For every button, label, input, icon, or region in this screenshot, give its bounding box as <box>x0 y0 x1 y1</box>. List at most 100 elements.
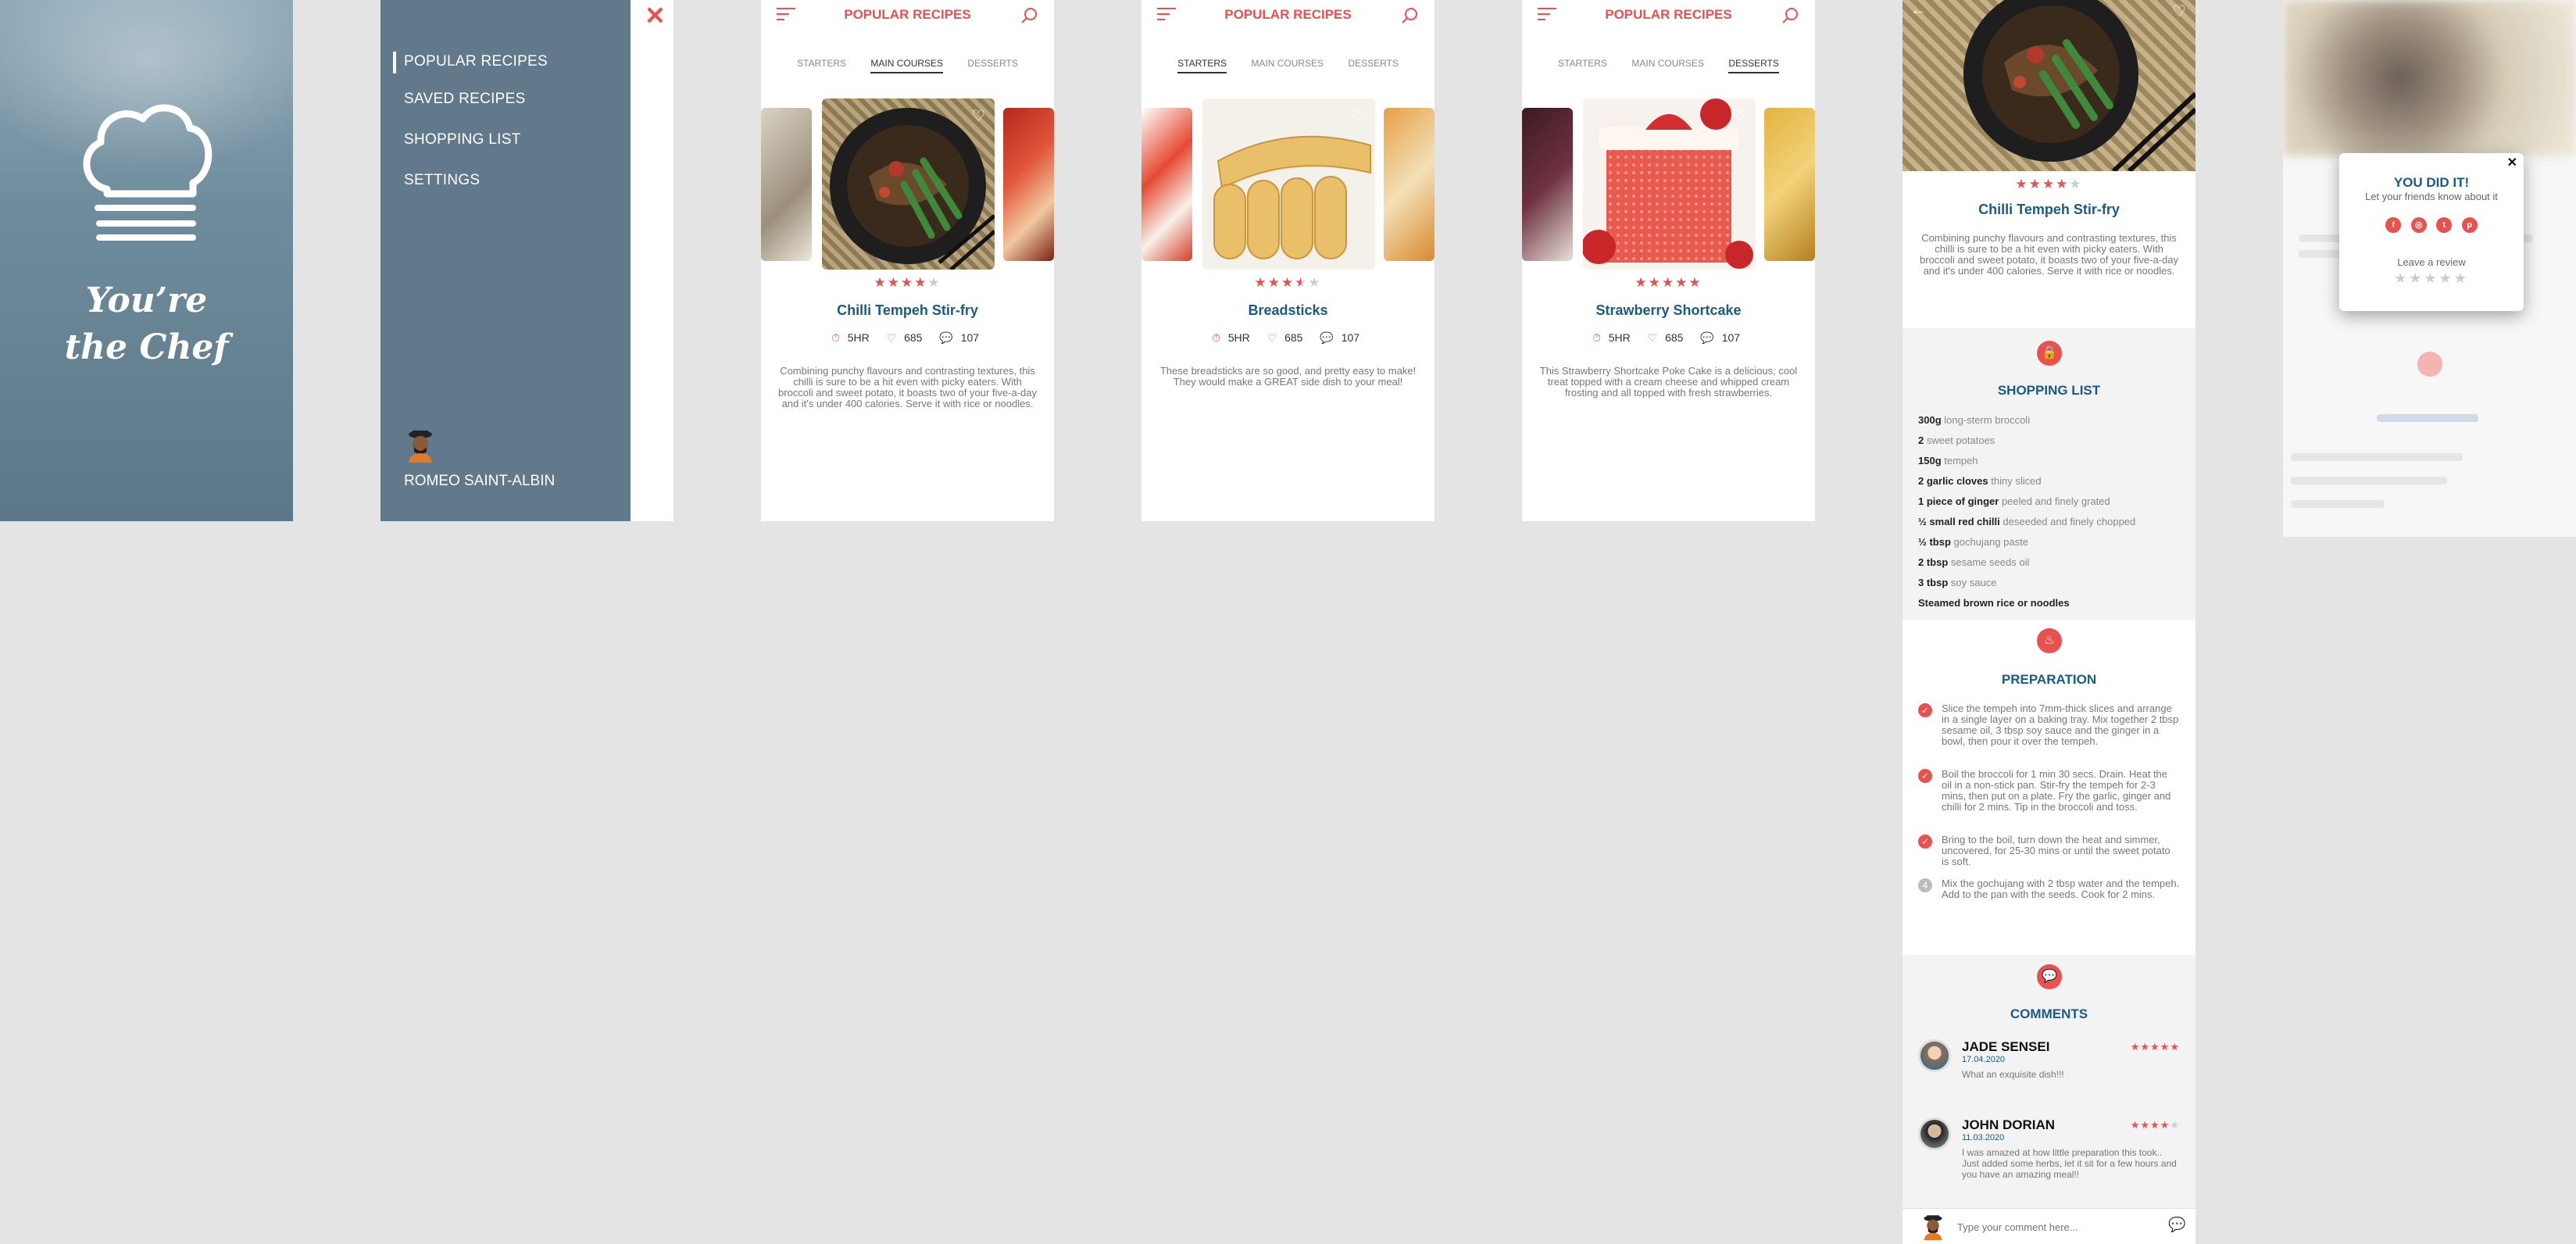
app-tagline: You’re the Chef <box>0 277 293 371</box>
ingredient-item[interactable]: 2 tbsp sesame seeds oil <box>1918 556 2029 568</box>
instagram-icon[interactable]: ◎ <box>2410 217 2427 233</box>
likes-info[interactable]: ♡ 685 <box>887 331 927 344</box>
back-arrow-icon[interactable]: ← <box>1910 2 1926 20</box>
likes-info[interactable]: ♡ 685 <box>1648 331 1688 344</box>
chef-hat-icon: ♨ <box>2037 628 2062 653</box>
comment-date: 17.04.2020 <box>1962 1055 2006 1064</box>
tab-desserts[interactable]: DESSERTS <box>1348 58 1398 72</box>
recipe-card-image[interactable]: ♡ <box>1202 98 1375 270</box>
category-tabs: STARTERS MAIN COURSES DESSERTS <box>761 58 1054 73</box>
rating-stars: ★★★★★ <box>2015 177 2083 191</box>
recipe-card-image[interactable]: ♡ <box>822 98 995 270</box>
tab-starters[interactable]: STARTERS <box>1558 58 1607 72</box>
tab-starters[interactable]: STARTERS <box>797 58 846 72</box>
favorite-heart-icon[interactable]: ♡ <box>2172 2 2186 21</box>
ingredient-item[interactable]: 2 sweet potatoes <box>1918 434 1995 446</box>
time-info: ⏱ 5HR <box>831 331 870 344</box>
hero-image: ← ♡ <box>1903 0 2195 173</box>
comment-date: 11.03.2020 <box>1962 1133 2005 1142</box>
ingredient-item[interactable]: 1 piece of ginger peeled and finely grat… <box>1918 495 2110 507</box>
previous-recipe-card[interactable] <box>761 108 812 261</box>
preparation-title: PREPARATION <box>2001 672 2097 687</box>
ingredient-item[interactable]: 150g tempeh <box>1918 455 1978 466</box>
popup-subtitle: Let your friends know about it <box>2365 191 2498 202</box>
user-avatar[interactable] <box>404 428 437 463</box>
tab-main-courses[interactable]: MAIN COURSES <box>1631 58 1704 72</box>
check-icon[interactable]: ✓ <box>1918 769 1932 783</box>
favorite-heart-icon[interactable]: ♡ <box>971 106 985 126</box>
comment-rating: ★★★★★ <box>2130 1041 2180 1053</box>
rating-stars: ★★★★★ <box>874 275 941 290</box>
comment-author: JADE SENSEI <box>1962 1039 2050 1054</box>
check-icon[interactable]: ✓ <box>1918 835 1932 849</box>
screen-title: POPULAR RECIPES <box>1224 7 1352 22</box>
tab-starters[interactable]: STARTERS <box>1177 58 1227 73</box>
preparation-step[interactable]: ✓ Bring to the boil, turn down the heat a… <box>1918 835 2180 867</box>
food-photo <box>1583 98 1756 270</box>
next-recipe-card[interactable] <box>1003 108 1054 261</box>
menu-item-settings[interactable]: SETTINGS <box>404 172 480 189</box>
close-icon[interactable]: ✕ <box>2507 155 2517 170</box>
ingredient-item[interactable]: ½ small red chilli deseeded and finely c… <box>1918 516 2135 527</box>
tab-main-courses[interactable]: MAIN COURSES <box>870 58 944 73</box>
comment-icon: 💬 <box>1700 331 1714 344</box>
recipe-detail-screen: ← ♡ ★★★★★ Chilli Tempeh Stir-fry Combini… <box>1903 0 2195 1244</box>
search-icon[interactable] <box>1400 6 1419 25</box>
close-icon[interactable]: ✕ <box>645 3 666 28</box>
user-name: ROMEO SAINT-ALBIN <box>404 473 556 489</box>
recipe-title: Chilli Tempeh Stir-fry <box>1978 202 2120 217</box>
blurred-text <box>2377 414 2478 422</box>
tab-desserts[interactable]: DESSERTS <box>967 58 1017 72</box>
tab-main-courses[interactable]: MAIN COURSES <box>1251 58 1324 72</box>
tab-desserts[interactable]: DESSERTS <box>1728 58 1779 73</box>
comments-info[interactable]: 💬 107 <box>1700 331 1745 344</box>
rating-stars: ★★★★★ <box>1254 275 1322 290</box>
favorite-heart-icon[interactable]: ♡ <box>1732 106 1746 126</box>
recipe-description: These breadsticks are so good, and prett… <box>1159 365 1417 388</box>
category-tabs: STARTERS MAIN COURSES DESSERTS <box>1142 58 1434 73</box>
recipe-name[interactable]: Strawberry Shortcake <box>1522 302 1815 319</box>
ingredient-item[interactable]: ½ tbsp gochujang paste <box>1918 536 2028 548</box>
food-photo <box>830 108 995 270</box>
comment-rating: ★★★★★ <box>2130 1119 2180 1131</box>
likes-info[interactable]: ♡ 685 <box>1267 331 1308 344</box>
ingredient-item[interactable]: 3 tbsp soy sauce <box>1918 577 1996 588</box>
comments-info[interactable]: 💬 107 <box>1320 331 1364 344</box>
comment-icon: 💬 <box>1320 331 1334 344</box>
ingredient-item[interactable]: Steamed brown rice or noodles <box>1918 597 2070 609</box>
menu-item-popular-recipes[interactable]: POPULAR RECIPES <box>404 53 548 70</box>
avatar[interactable] <box>1918 1117 1951 1150</box>
ingredient-item[interactable]: 300g long-sterm broccoli <box>1918 414 2030 426</box>
send-comment-icon[interactable]: 💬 <box>2168 1217 2185 1233</box>
twitter-icon[interactable]: t <box>2436 217 2453 233</box>
favorite-heart-icon[interactable]: ♡ <box>1352 106 1366 126</box>
next-recipe-card[interactable] <box>1384 108 1434 261</box>
step-number[interactable]: 4 <box>1918 878 1932 892</box>
recipe-card-image[interactable]: ♡ <box>1583 98 1756 270</box>
comments-info[interactable]: 💬 107 <box>939 331 984 344</box>
search-icon[interactable] <box>1020 6 1038 25</box>
shopping-list-section: 🔒 SHOPPING LIST 300g long-sterm broccoli… <box>1903 328 2195 620</box>
review-star-input[interactable]: ★★★★★ <box>2339 270 2524 287</box>
recipe-name[interactable]: Breadsticks <box>1142 302 1434 319</box>
previous-recipe-card[interactable] <box>1142 108 1192 261</box>
menu-item-shopping-list[interactable]: SHOPPING LIST <box>404 131 521 148</box>
search-icon[interactable] <box>1781 6 1799 25</box>
facebook-icon[interactable]: f <box>2385 217 2402 233</box>
blurred-text <box>2291 453 2463 461</box>
side-menu-screen: POPULAR RECIPES SAVED RECIPES SHOPPING L… <box>381 0 673 521</box>
comment-item: JADE SENSEI 17.04.2020 ★★★★★ What an exq… <box>1918 1039 2180 1086</box>
next-recipe-card[interactable] <box>1764 108 1815 261</box>
preparation-step[interactable]: ✓ Slice the tempeh into 7mm-thick slices … <box>1918 703 2180 747</box>
recipe-name[interactable]: Chilli Tempeh Stir-fry <box>761 302 1054 319</box>
avatar[interactable] <box>1918 1039 1951 1072</box>
preparation-step[interactable]: 4 Mix the gochujang with 2 tbsp water and… <box>1918 878 2180 900</box>
comment-input[interactable] <box>1957 1218 2153 1235</box>
pinterest-icon[interactable]: p <box>2461 217 2478 233</box>
preparation-step[interactable]: ✓ Boil the broccoli for 1 min 30 secs. Dr… <box>1918 769 2180 813</box>
check-icon[interactable]: ✓ <box>1918 703 1932 717</box>
menu-item-saved-recipes[interactable]: SAVED RECIPES <box>404 91 526 108</box>
review-popup-screen: ✕ YOU DID IT! Let your friends know abou… <box>2283 0 2576 537</box>
ingredient-item[interactable]: 2 garlic cloves thiny sliced <box>1918 475 2042 487</box>
previous-recipe-card[interactable] <box>1522 108 1573 261</box>
